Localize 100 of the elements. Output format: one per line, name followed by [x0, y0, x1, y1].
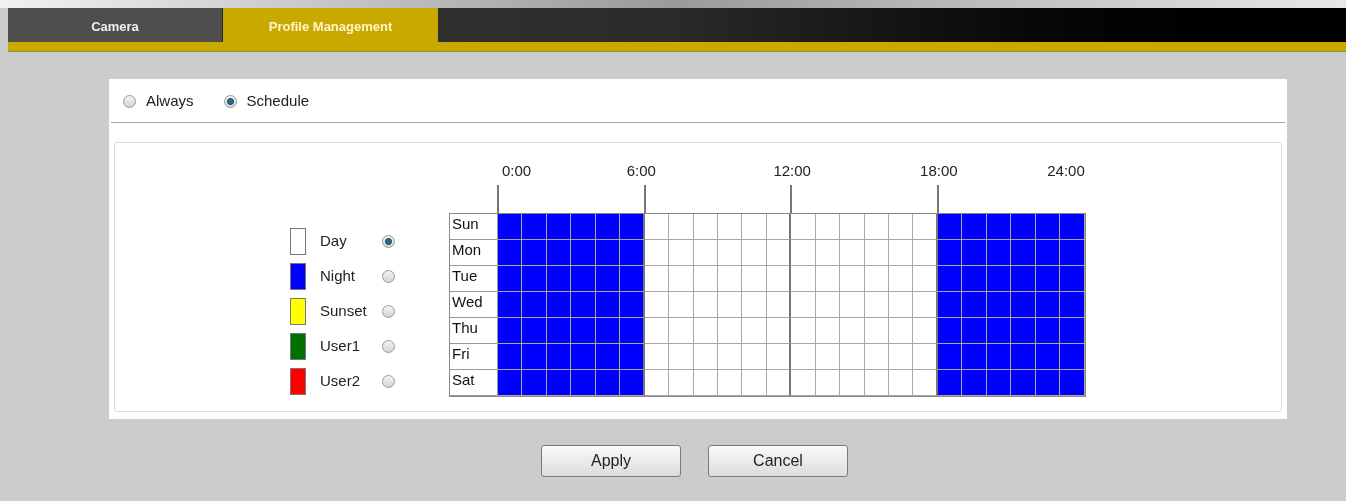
schedule-cell[interactable] [815, 318, 841, 344]
schedule-cell[interactable] [595, 370, 621, 396]
schedule-cell[interactable] [913, 266, 938, 292]
schedule-cell[interactable] [840, 344, 865, 370]
radio-button[interactable] [382, 375, 395, 388]
schedule-cell[interactable] [620, 240, 645, 266]
schedule-cell[interactable] [595, 318, 621, 344]
schedule-cell[interactable] [693, 344, 718, 370]
schedule-cell[interactable] [693, 214, 718, 240]
schedule-cell[interactable] [620, 266, 645, 292]
schedule-cell[interactable] [766, 214, 792, 240]
schedule-cell[interactable] [546, 318, 572, 344]
schedule-cell[interactable] [986, 266, 1012, 292]
schedule-cell[interactable] [815, 266, 841, 292]
radio-button[interactable] [382, 340, 395, 353]
schedule-cell[interactable] [571, 266, 596, 292]
schedule-cell[interactable] [717, 240, 743, 266]
schedule-cell[interactable] [986, 370, 1012, 396]
schedule-cell[interactable] [1035, 266, 1061, 292]
schedule-cell[interactable] [962, 292, 987, 318]
schedule-cell[interactable] [815, 214, 841, 240]
schedule-cell[interactable] [669, 344, 694, 370]
schedule-cell[interactable] [1060, 292, 1085, 318]
schedule-cell[interactable] [986, 292, 1012, 318]
schedule-cell[interactable] [1011, 344, 1036, 370]
schedule-cell[interactable] [962, 240, 987, 266]
schedule-cell[interactable] [522, 370, 547, 396]
schedule-cell[interactable] [1011, 318, 1036, 344]
schedule-cell[interactable] [644, 266, 670, 292]
tab[interactable]: Camera [8, 8, 223, 42]
schedule-cell[interactable] [766, 344, 792, 370]
schedule-cell[interactable] [962, 370, 987, 396]
schedule-cell[interactable] [913, 214, 938, 240]
schedule-cell[interactable] [522, 344, 547, 370]
schedule-cell[interactable] [742, 292, 767, 318]
schedule-cell[interactable] [644, 240, 670, 266]
schedule-cell[interactable] [913, 318, 938, 344]
schedule-cell[interactable] [717, 318, 743, 344]
schedule-cell[interactable] [571, 344, 596, 370]
schedule-cell[interactable] [693, 370, 718, 396]
schedule-cell[interactable] [669, 292, 694, 318]
schedule-cell[interactable] [498, 240, 523, 266]
radio-button[interactable] [382, 235, 395, 248]
schedule-cell[interactable] [522, 318, 547, 344]
schedule-cell[interactable] [815, 344, 841, 370]
schedule-cell[interactable] [571, 240, 596, 266]
radio-button[interactable] [123, 94, 136, 108]
schedule-cell[interactable] [595, 292, 621, 318]
schedule-cell[interactable] [571, 318, 596, 344]
schedule-cell[interactable] [717, 344, 743, 370]
schedule-cell[interactable] [791, 240, 816, 266]
schedule-cell[interactable] [1060, 266, 1085, 292]
schedule-cell[interactable] [889, 318, 914, 344]
schedule-cell[interactable] [717, 292, 743, 318]
schedule-cell[interactable] [913, 292, 938, 318]
schedule-cell[interactable] [571, 214, 596, 240]
schedule-cell[interactable] [546, 240, 572, 266]
schedule-cell[interactable] [1060, 344, 1085, 370]
schedule-cell[interactable] [717, 214, 743, 240]
schedule-cell[interactable] [889, 214, 914, 240]
schedule-cell[interactable] [498, 266, 523, 292]
schedule-cell[interactable] [766, 292, 792, 318]
schedule-cell[interactable] [913, 344, 938, 370]
schedule-cell[interactable] [644, 344, 670, 370]
schedule-cell[interactable] [498, 292, 523, 318]
schedule-cell[interactable] [937, 344, 963, 370]
schedule-cell[interactable] [742, 318, 767, 344]
schedule-cell[interactable] [1011, 214, 1036, 240]
schedule-cell[interactable] [546, 292, 572, 318]
schedule-cell[interactable] [669, 214, 694, 240]
schedule-cell[interactable] [986, 214, 1012, 240]
schedule-cell[interactable] [742, 370, 767, 396]
schedule-cell[interactable] [986, 318, 1012, 344]
schedule-cell[interactable] [815, 240, 841, 266]
schedule-cell[interactable] [644, 214, 670, 240]
schedule-cell[interactable] [937, 292, 963, 318]
schedule-cell[interactable] [840, 292, 865, 318]
schedule-cell[interactable] [595, 344, 621, 370]
schedule-cell[interactable] [791, 292, 816, 318]
schedule-cell[interactable] [962, 214, 987, 240]
schedule-cell[interactable] [522, 214, 547, 240]
schedule-cell[interactable] [864, 370, 889, 396]
schedule-cell[interactable] [1035, 240, 1061, 266]
schedule-cell[interactable] [864, 318, 889, 344]
schedule-cell[interactable] [815, 292, 841, 318]
schedule-cell[interactable] [693, 266, 718, 292]
schedule-cell[interactable] [717, 370, 743, 396]
schedule-cell[interactable] [546, 266, 572, 292]
schedule-cell[interactable] [498, 370, 523, 396]
schedule-cell[interactable] [546, 370, 572, 396]
schedule-cell[interactable] [498, 214, 523, 240]
action-button[interactable]: Apply [541, 445, 681, 477]
schedule-cell[interactable] [742, 214, 767, 240]
schedule-cell[interactable] [962, 266, 987, 292]
radio-button[interactable] [223, 94, 237, 108]
schedule-cell[interactable] [913, 370, 938, 396]
schedule-cell[interactable] [791, 370, 816, 396]
schedule-cell[interactable] [962, 344, 987, 370]
schedule-cell[interactable] [498, 318, 523, 344]
schedule-cell[interactable] [840, 214, 865, 240]
